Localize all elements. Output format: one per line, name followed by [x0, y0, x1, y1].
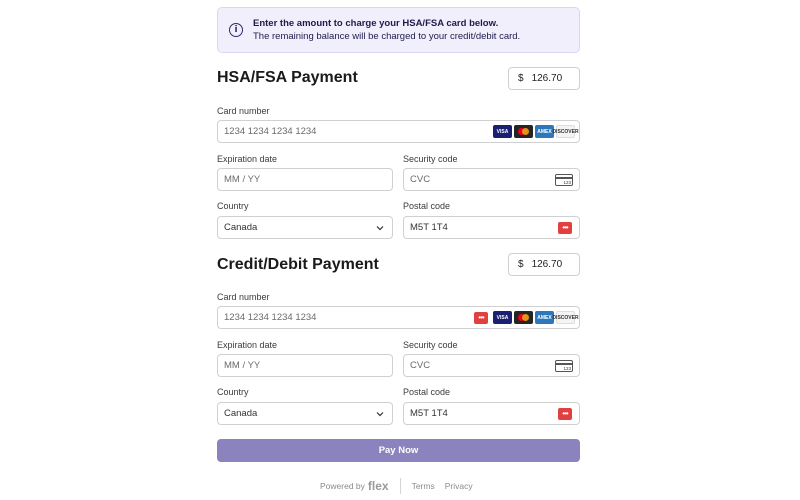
- info-banner: i Enter the amount to charge your HSA/FS…: [217, 7, 580, 53]
- credit-exp-label: Expiration date: [217, 340, 278, 350]
- credit-country-value: Canada: [224, 408, 258, 419]
- hsa-section-title: HSA/FSA Payment: [217, 69, 358, 86]
- discover-icon: DISCOVER: [552, 125, 579, 138]
- visa-icon: VISA: [493, 311, 512, 324]
- credit-postal-code-input[interactable]: M5T 1T4 •••: [403, 402, 580, 425]
- discover-icon: DISCOVER: [552, 311, 579, 324]
- hsa-card-number-input[interactable]: 1234 1234 1234 1234 VISA AMEX DISCOVER: [217, 120, 580, 143]
- credit-postal-value: M5T 1T4: [410, 408, 448, 419]
- hsa-card-placeholder: 1234 1234 1234 1234: [224, 126, 317, 137]
- mastercard-icon: [514, 311, 533, 324]
- hsa-country-select[interactable]: Canada: [217, 216, 393, 239]
- hsa-country-value: Canada: [224, 222, 258, 233]
- hsa-amount-input[interactable]: $ 126.70: [508, 67, 580, 90]
- chevron-down-icon: [376, 226, 384, 231]
- visa-icon: VISA: [493, 125, 512, 138]
- credit-section-title: Credit/Debit Payment: [217, 256, 379, 273]
- hsa-cvc-label: Security code: [403, 154, 458, 164]
- footer: Powered by flex Terms Privacy: [320, 478, 483, 494]
- hsa-cvc-placeholder: CVC: [410, 174, 431, 185]
- info-line-2: The remaining balance will be charged to…: [253, 31, 521, 42]
- hsa-currency-symbol: $: [518, 73, 524, 84]
- pay-now-button[interactable]: Pay Now: [217, 439, 580, 462]
- hsa-exp-label: Expiration date: [217, 154, 278, 164]
- info-text: Enter the amount to charge your HSA/FSA …: [253, 17, 520, 43]
- footer-divider: [399, 478, 401, 494]
- hsa-postal-value: M5T 1T4: [410, 222, 448, 233]
- credit-currency-symbol: $: [518, 259, 524, 270]
- credit-exp-placeholder: MM / YY: [224, 360, 261, 371]
- privacy-link[interactable]: Privacy: [445, 481, 473, 491]
- hsa-exp-placeholder: MM / YY: [224, 174, 261, 185]
- hsa-country-label: Country: [217, 201, 249, 211]
- terms-link[interactable]: Terms: [412, 481, 435, 491]
- credit-amount-value: 126.70: [531, 259, 563, 270]
- hsa-security-code-input[interactable]: CVC 123: [403, 168, 580, 191]
- autofill-link-icon[interactable]: •••: [474, 312, 488, 324]
- info-icon: i: [229, 23, 243, 37]
- credit-card-placeholder: 1234 1234 1234 1234: [224, 312, 317, 323]
- credit-postal-label: Postal code: [403, 387, 451, 397]
- cvc-card-icon: 123: [555, 174, 573, 186]
- credit-card-label: Card number: [217, 292, 270, 302]
- flex-logo: flex: [367, 479, 389, 493]
- mastercard-icon: [514, 125, 533, 138]
- amex-icon: AMEX: [535, 125, 554, 138]
- hsa-amount-value: 126.70: [531, 73, 563, 84]
- amex-icon: AMEX: [535, 311, 554, 324]
- hsa-expiration-input[interactable]: MM / YY: [217, 168, 393, 191]
- hsa-card-label: Card number: [217, 106, 270, 116]
- credit-country-select[interactable]: Canada: [217, 402, 393, 425]
- credit-card-brands: VISA AMEX DISCOVER: [493, 311, 579, 324]
- hsa-card-brands: VISA AMEX DISCOVER: [493, 125, 579, 138]
- powered-by-text: Powered by: [320, 481, 365, 491]
- credit-country-label: Country: [217, 387, 249, 397]
- credit-expiration-input[interactable]: MM / YY: [217, 354, 393, 377]
- chevron-down-icon: [376, 412, 384, 417]
- cvc-card-icon: 123: [555, 360, 573, 372]
- credit-card-number-input[interactable]: 1234 1234 1234 1234 ••• VISA AMEX DISCOV…: [217, 306, 580, 329]
- credit-security-code-input[interactable]: CVC 123: [403, 354, 580, 377]
- autofill-link-icon[interactable]: •••: [558, 408, 572, 420]
- credit-cvc-label: Security code: [403, 340, 458, 350]
- info-line-1: Enter the amount to charge your HSA/FSA …: [253, 18, 499, 29]
- credit-amount-input[interactable]: $ 126.70: [508, 253, 580, 276]
- autofill-link-icon[interactable]: •••: [558, 222, 572, 234]
- hsa-postal-code-input[interactable]: M5T 1T4 •••: [403, 216, 580, 239]
- hsa-postal-label: Postal code: [403, 201, 451, 211]
- credit-cvc-placeholder: CVC: [410, 360, 431, 371]
